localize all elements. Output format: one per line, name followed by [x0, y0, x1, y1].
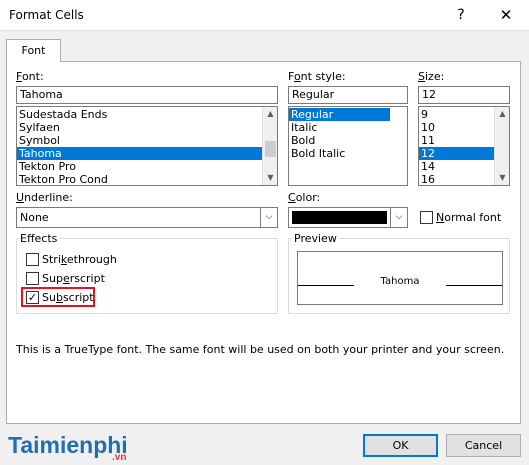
- normal-font-label: Normal font: [436, 211, 501, 224]
- scroll-thumb[interactable]: [265, 141, 276, 157]
- subscript-pre: Su: [42, 291, 56, 304]
- superscript-accel: e: [62, 272, 70, 285]
- font-style-item[interactable]: Bold: [289, 134, 407, 147]
- font-list-item[interactable]: Tekton Pro: [17, 160, 277, 173]
- preview-title: Preview: [292, 232, 339, 245]
- strikethrough-checkbox[interactable]: [26, 253, 39, 266]
- size-label-accel: S: [418, 70, 425, 83]
- size-list-item-selected[interactable]: 12: [419, 147, 494, 160]
- strikethrough-label: Strikethrough: [42, 253, 117, 266]
- font-list-item[interactable]: Symbol: [17, 134, 277, 147]
- subscript-label: Subscript: [42, 291, 94, 304]
- font-style-input[interactable]: Regular: [288, 86, 408, 104]
- underline-label: Underline:: [16, 191, 73, 204]
- font-list-scrollbar[interactable]: ▲ ▼: [262, 107, 277, 185]
- font-list-item[interactable]: Sudestada Ends: [17, 108, 277, 121]
- color-select[interactable]: ⌵: [288, 207, 408, 228]
- font-style-label: Font style:: [288, 70, 346, 83]
- color-swatch: [292, 211, 387, 224]
- cancel-button[interactable]: Cancel: [446, 434, 521, 457]
- ok-button[interactable]: OK: [363, 434, 438, 457]
- close-button[interactable]: ✕: [483, 0, 529, 31]
- superscript-checkbox[interactable]: [26, 272, 39, 285]
- checkmark-icon: ✓: [27, 291, 38, 304]
- color-label: Color:: [288, 191, 320, 204]
- font-style-item[interactable]: Italic: [289, 121, 407, 134]
- logo-brand-text: Taimienphi: [8, 432, 128, 458]
- font-style-label-accel: o: [293, 70, 301, 83]
- font-style-listbox[interactable]: Regular Italic Bold Bold Italic: [288, 106, 408, 186]
- scroll-down-arrow-icon[interactable]: ▼: [263, 171, 277, 185]
- font-style-item-selected[interactable]: Regular: [289, 108, 390, 121]
- dialog-title: Format Cells: [9, 8, 84, 22]
- strikethrough-pre: Stri: [42, 253, 61, 266]
- size-input[interactable]: 12: [418, 86, 510, 104]
- size-label-rest: ize:: [424, 70, 445, 83]
- underline-label-accel: U: [16, 191, 25, 204]
- normal-font-checkbox[interactable]: [420, 211, 433, 224]
- size-label: Size:: [418, 70, 444, 83]
- font-info-text: This is a TrueType font. The same font w…: [16, 343, 505, 356]
- color-label-rest: olor:: [295, 191, 321, 204]
- subscript-rest: script: [62, 291, 94, 304]
- effects-title: Effects: [18, 232, 60, 245]
- size-list-scrollbar[interactable]: ▲ ▼: [494, 107, 509, 185]
- font-style-label-rest: nt style:: [300, 70, 346, 83]
- font-name-input[interactable]: Tahoma: [16, 86, 278, 104]
- font-list-item[interactable]: Tekton Pro Cond: [17, 173, 277, 185]
- underline-label-rest: nderline:: [24, 191, 73, 204]
- preview-sample-text: Tahoma: [380, 276, 420, 287]
- font-listbox[interactable]: Sudestada Ends Sylfaen Symbol Tahoma Tek…: [16, 106, 278, 186]
- chevron-down-icon[interactable]: ⌵: [260, 208, 277, 227]
- scroll-down-arrow-icon[interactable]: ▼: [495, 171, 509, 185]
- underline-select[interactable]: None ⌵: [16, 207, 278, 228]
- superscript-pre: Sup: [42, 272, 63, 285]
- scroll-up-arrow-icon[interactable]: ▲: [263, 107, 277, 121]
- font-label: Font:: [16, 70, 44, 83]
- font-style-item[interactable]: Bold Italic: [289, 147, 407, 160]
- chevron-down-icon[interactable]: ⌵: [390, 208, 407, 227]
- color-label-accel: C: [288, 191, 296, 204]
- subscript-accel: b: [55, 291, 63, 304]
- normal-font-accel: N: [436, 211, 445, 224]
- superscript-rest: rscript: [69, 272, 105, 285]
- strikethrough-rest: ethrough: [66, 253, 117, 266]
- title-bar: Format Cells ? ✕: [0, 0, 529, 31]
- normal-font-label-rest: ormal font: [444, 211, 502, 224]
- scroll-up-arrow-icon[interactable]: ▲: [495, 107, 509, 121]
- preview-box: Tahoma: [297, 251, 503, 305]
- superscript-label: Superscript: [42, 272, 105, 285]
- font-label-rest: ont:: [21, 70, 44, 83]
- underline-value: None: [20, 211, 49, 224]
- subscript-checkbox[interactable]: ✓: [26, 291, 39, 304]
- size-listbox[interactable]: 9 10 11 12 14 16 ▲ ▼: [418, 106, 510, 186]
- logo-suffix-text: .vn: [112, 452, 127, 463]
- font-list-item-selected[interactable]: Tahoma: [17, 147, 262, 160]
- help-button[interactable]: ?: [444, 0, 478, 31]
- taimienphi-logo: Taimienphi .vn: [8, 430, 148, 463]
- tab-font[interactable]: Font: [6, 39, 61, 62]
- font-list-item[interactable]: Sylfaen: [17, 121, 277, 134]
